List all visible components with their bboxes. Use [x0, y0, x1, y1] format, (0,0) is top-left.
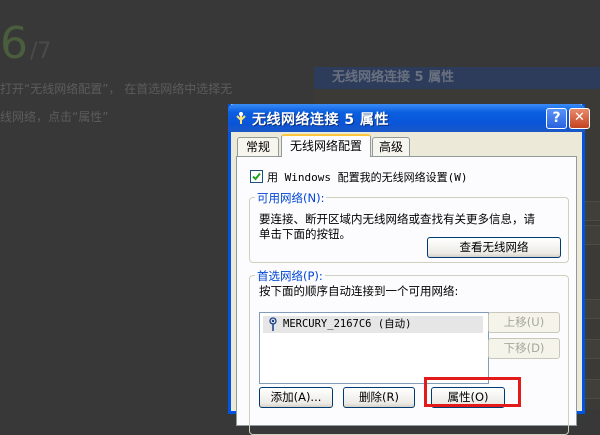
instruction-line-2: 线网络，点击“属性”: [0, 110, 109, 124]
step-number: 6: [0, 18, 28, 69]
close-button[interactable]: ✕: [569, 108, 590, 129]
step-total: /7: [30, 39, 52, 64]
available-networks-description-2: 单击下面的按钮。: [259, 227, 351, 241]
background-window-title: 无线网络连接 5 属性: [314, 67, 600, 89]
available-networks-description-1: 要连接、断开区域内无线网络或查找有关更多信息，请: [259, 212, 535, 226]
add-button[interactable]: 添加(A)...: [259, 387, 333, 408]
remove-button[interactable]: 删除(R): [343, 387, 415, 408]
view-wireless-networks-button[interactable]: 查看无线网络: [427, 237, 561, 258]
available-networks-legend: 可用网络(N):: [255, 190, 327, 206]
use-windows-checkbox[interactable]: [250, 170, 263, 183]
step-indicator: 6/7: [0, 22, 51, 66]
wireless-tab-panel: 用 Windows 配置我的无线网络设置(W) 可用网络(N): 要连接、断开区…: [236, 156, 577, 435]
list-item[interactable]: MERCURY_2167C6 (自动): [263, 316, 483, 333]
tab-general[interactable]: 常规: [237, 137, 279, 156]
tab-advanced[interactable]: 高级: [372, 137, 410, 156]
network-name: MERCURY_2167C6 (自动): [283, 318, 412, 330]
move-down-button[interactable]: 下移(D): [488, 338, 560, 359]
close-icon: ✕: [574, 110, 585, 125]
help-button[interactable]: ?: [546, 108, 567, 129]
preferred-networks-list[interactable]: MERCURY_2167C6 (自动): [259, 312, 489, 384]
use-windows-label[interactable]: 用 Windows 配置我的无线网络设置(W): [267, 169, 467, 185]
checkmark-icon: [252, 172, 261, 181]
instruction-line-1: 打开“无线网络配置”， 在首选网络中选择无: [0, 82, 233, 96]
properties-dialog: 无线网络连接 5 属性 ? ✕ 常规 无线网络配置 高级 用 Windows 配…: [228, 104, 590, 435]
move-up-button[interactable]: 上移(U): [488, 312, 560, 333]
tab-wireless-networks[interactable]: 无线网络配置: [281, 134, 371, 157]
preferred-networks-legend: 首选网络(P):: [255, 268, 325, 284]
dialog-title: 无线网络连接 5 属性: [252, 112, 389, 128]
title-bar[interactable]: 无线网络连接 5 属性 ? ✕: [228, 104, 590, 132]
preferred-networks-description: 按下面的顺序自动连接到一个可用网络:: [259, 284, 459, 298]
network-connection-icon: [236, 112, 246, 124]
wireless-antenna-icon: [269, 317, 277, 331]
properties-button-highlight: [424, 377, 521, 407]
